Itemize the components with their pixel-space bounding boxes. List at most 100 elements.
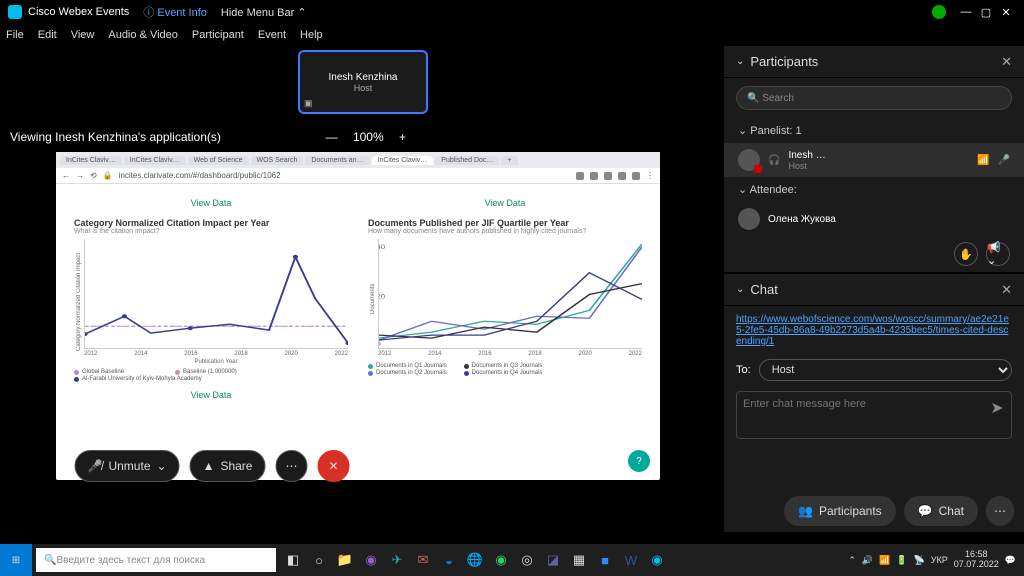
avatar [738, 208, 760, 230]
chrome-icon[interactable]: 🌐 [462, 547, 488, 573]
mail-icon[interactable]: ✉ [410, 547, 436, 573]
menu-view[interactable]: View [71, 29, 95, 41]
notifications-icon[interactable]: 💬 [1005, 555, 1016, 566]
address-bar[interactable]: incites.clarivate.com/#/dashboard/public… [119, 171, 570, 180]
share-button[interactable]: ▲Share [190, 450, 266, 482]
view-data-link[interactable]: View Data [368, 198, 642, 208]
minimize-button[interactable]: — [956, 6, 976, 18]
maximize-button[interactable]: ▢ [976, 6, 996, 19]
event-info-link[interactable]: ⓘ Event Info [143, 4, 207, 20]
browser-tab[interactable]: Published Doc… [435, 156, 499, 165]
nav-reload-icon[interactable]: ⟲ [90, 171, 97, 180]
close-button[interactable]: ✕ [996, 6, 1016, 19]
zoom-in-button[interactable]: + [399, 130, 406, 144]
whatsapp-icon[interactable]: ◉ [488, 547, 514, 573]
close-panel-button[interactable]: ✕ [1001, 282, 1012, 298]
chart-subtitle-right: How many documents have authors publishe… [368, 228, 642, 235]
x-ticks-right: 201220142016201820202022 [378, 349, 642, 359]
chat-recipient-select[interactable]: Host [759, 359, 1012, 381]
browser-menu-icon[interactable]: ⋮ [646, 171, 654, 180]
viber-icon[interactable]: ◉ [358, 547, 384, 573]
extension-icon[interactable] [590, 172, 598, 180]
explorer-icon[interactable]: 📁 [332, 547, 358, 573]
extension-icon[interactable] [576, 172, 584, 180]
participant-row[interactable]: 🎧 Inesh …Host 📶 🎤 [724, 143, 1024, 177]
browser-tab-active[interactable]: InCites Claviv… [372, 156, 434, 165]
chat-to-label: To: [736, 364, 751, 376]
reactions-button[interactable]: 📢⌄ [986, 242, 1010, 266]
browser-tab[interactable]: WOS Search [251, 156, 304, 165]
word-icon[interactable]: W [618, 547, 644, 573]
wifi-icon[interactable]: 📡 [914, 555, 925, 566]
taskbar-search[interactable]: 🔍 Введите здесь текст для поиска [36, 548, 276, 572]
chevron-down-icon[interactable]: ⌄ [157, 459, 167, 473]
browser-tab[interactable]: Web of Science [188, 156, 249, 165]
obs-icon[interactable]: ◎ [514, 547, 540, 573]
leave-button[interactable]: ✕ [317, 450, 349, 482]
start-button[interactable]: ⊞ [0, 544, 32, 576]
camera-off-icon: ▣ [304, 98, 313, 109]
language-indicator[interactable]: УКР [931, 555, 948, 565]
menu-participant[interactable]: Participant [192, 29, 244, 41]
app-icon[interactable]: ▦ [566, 547, 592, 573]
unmute-button[interactable]: 🎤̸Unmute⌄ [75, 450, 180, 482]
extension-icon[interactable] [604, 172, 612, 180]
participants-toggle-button[interactable]: 👥Participants [784, 496, 896, 526]
chat-message-input[interactable] [737, 392, 983, 438]
hide-menu-bar[interactable]: Hide Menu Bar ⌃ [221, 6, 307, 19]
chat-toggle-button[interactable]: 💬Chat [904, 496, 978, 526]
tray-chevron-icon[interactable]: ⌃ [848, 555, 856, 566]
chevron-down-icon[interactable]: ⌄ [736, 56, 744, 67]
browser-tab[interactable]: Documents an… [305, 156, 369, 165]
more-panels-button[interactable]: ⋯ [986, 496, 1014, 526]
chart-title-left: Category Normalized Citation Impact per … [74, 218, 348, 228]
browser-tab[interactable]: InCites Claviv… [124, 156, 186, 165]
extension-icon[interactable] [632, 172, 640, 180]
raise-hand-button[interactable]: ✋ [954, 242, 978, 266]
participant-name: Олена Жукова [768, 214, 1010, 225]
participant-row[interactable]: Олена Жукова [724, 202, 1024, 236]
view-data-link[interactable]: View Data [74, 198, 348, 208]
menu-event[interactable]: Event [258, 29, 286, 41]
y-axis-label-left: Category Normalized Citation Impact [74, 239, 84, 365]
webex-icon[interactable]: ◉ [644, 547, 670, 573]
edge-icon[interactable]: ◒ [436, 547, 462, 573]
nav-back-icon[interactable]: ← [62, 171, 70, 180]
people-icon: 👥 [798, 504, 813, 518]
participants-search[interactable]: 🔍 Search [736, 86, 1012, 110]
new-tab-button[interactable]: + [501, 156, 517, 165]
more-options-button[interactable]: ⋯ [275, 450, 307, 482]
close-panel-button[interactable]: ✕ [1001, 54, 1012, 70]
zoom-icon[interactable]: ■ [592, 547, 618, 573]
chevron-down-icon[interactable]: ⌄ [736, 284, 744, 295]
participant-role: Host [788, 161, 969, 171]
browser-tab[interactable]: InCites Claviv… [60, 156, 122, 165]
mic-muted-icon: 🎤̸ [88, 459, 103, 473]
telegram-icon[interactable]: ✈ [384, 547, 410, 573]
menu-file[interactable]: File [6, 29, 24, 41]
menu-help[interactable]: Help [300, 29, 323, 41]
x-ticks-left: 201220142016201820202022 [84, 349, 348, 359]
menu-edit[interactable]: Edit [38, 29, 57, 41]
chevron-down-icon[interactable]: ⌄ [738, 125, 747, 137]
menu-audio-video[interactable]: Audio & Video [108, 29, 178, 41]
taskbar-clock[interactable]: 16:5807.07.2022 [954, 550, 999, 570]
video-thumbnail[interactable]: Inesh Kenzhina Host ▣ [298, 50, 428, 114]
view-data-link[interactable]: View Data [74, 390, 348, 400]
volume-icon[interactable]: 🔊 [862, 555, 873, 566]
zoom-out-button[interactable]: — [326, 130, 338, 144]
audio-level-icon: 📶 [977, 155, 989, 166]
send-button[interactable]: ➤ [983, 392, 1011, 438]
teams-icon[interactable]: ◪ [540, 547, 566, 573]
chat-link[interactable]: https://www.webofscience.com/wos/woscc/s… [736, 314, 1009, 347]
svg-text:40: 40 [379, 245, 385, 251]
nav-forward-icon[interactable]: → [76, 171, 84, 180]
chevron-down-icon[interactable]: ⌄ [738, 184, 747, 196]
extension-icon[interactable] [618, 172, 626, 180]
help-badge-icon[interactable]: ? [628, 450, 650, 472]
battery-icon[interactable]: 🔋 [896, 555, 907, 566]
network-icon[interactable]: 📶 [879, 555, 890, 566]
cortana-icon[interactable]: ○ [306, 547, 332, 573]
task-view-icon[interactable]: ◧ [280, 547, 306, 573]
zoom-value: 100% [353, 130, 384, 144]
